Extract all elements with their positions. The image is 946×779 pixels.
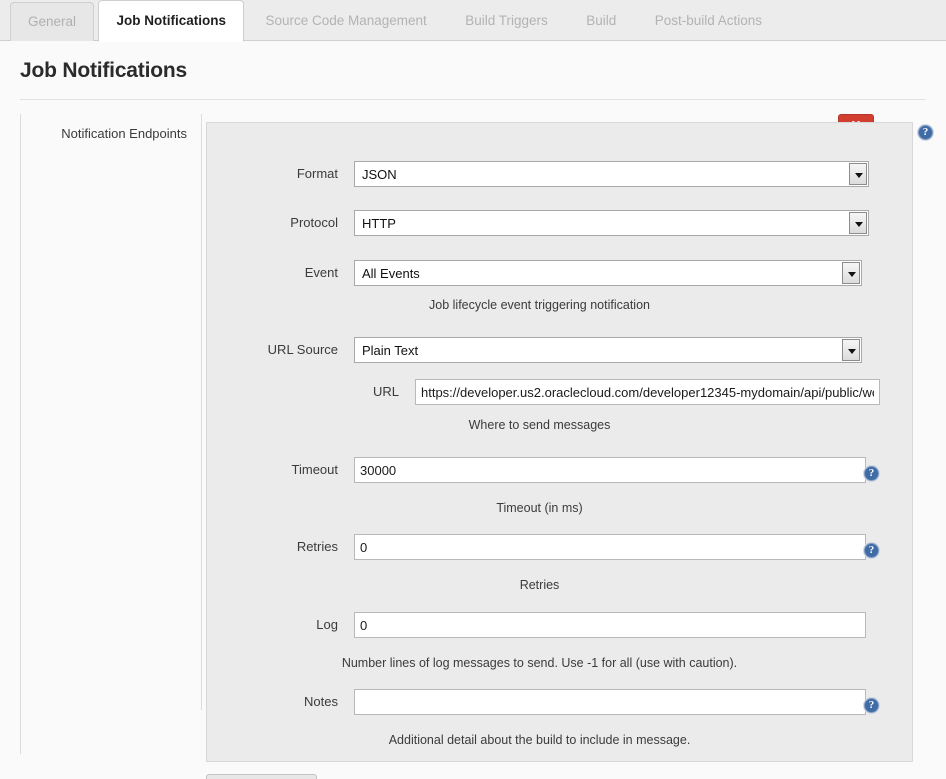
tab-build-triggers[interactable]: Build Triggers	[448, 0, 565, 41]
help-icon[interactable]: ?	[918, 125, 933, 140]
label-protocol: Protocol	[207, 210, 338, 236]
section-help-icon-wrapper: ?	[918, 122, 933, 137]
retries-help-icon-wrapper: ?	[864, 540, 879, 555]
hint-url: Where to send messages	[207, 418, 914, 432]
notes-input[interactable]	[354, 689, 866, 715]
label-event: Event	[207, 260, 338, 286]
title-divider	[20, 99, 926, 100]
section-vertical-divider	[201, 114, 202, 710]
hint-log: Number lines of log messages to send. Us…	[207, 656, 914, 670]
select-protocol[interactable]: HTTP	[354, 210, 869, 236]
select-url-source[interactable]: Plain Text	[354, 337, 862, 363]
label-timeout: Timeout	[207, 457, 338, 483]
tab-post-build-actions[interactable]: Post-build Actions	[638, 0, 779, 41]
retries-input[interactable]	[354, 534, 866, 560]
field-row-format: Format JSON	[207, 161, 914, 187]
field-row-timeout: Timeout	[207, 457, 914, 483]
settings-tab-bar: General Job Notifications Source Code Ma…	[0, 0, 946, 41]
hint-event: Job lifecycle event triggering notificat…	[207, 298, 914, 312]
hint-retries: Retries	[207, 578, 914, 592]
endpoint-panel: Format JSON Protocol HTTP	[206, 122, 913, 762]
tab-job-notifications[interactable]: Job Notifications	[98, 0, 244, 42]
notes-help-icon-wrapper: ?	[864, 695, 879, 710]
label-format: Format	[207, 161, 338, 187]
field-row-url-source: URL Source Plain Text	[207, 337, 914, 363]
help-icon[interactable]: ?	[864, 543, 879, 558]
chevron-down-icon[interactable]	[849, 163, 867, 185]
select-format[interactable]: JSON	[354, 161, 869, 187]
timeout-help-icon-wrapper: ?	[864, 463, 879, 478]
hint-timeout: Timeout (in ms)	[207, 501, 914, 515]
chevron-down-icon[interactable]	[842, 339, 860, 361]
help-icon[interactable]: ?	[864, 698, 879, 713]
label-retries: Retries	[207, 534, 338, 560]
page-title: Job Notifications	[20, 59, 926, 83]
hint-notes: Additional detail about the build to inc…	[207, 733, 914, 747]
url-input[interactable]	[415, 379, 880, 405]
log-input[interactable]	[354, 612, 866, 638]
section-label-notification-endpoints: Notification Endpoints	[39, 126, 187, 141]
page-body: Job Notifications Notification Endpoints…	[0, 41, 946, 779]
select-event[interactable]: All Events	[354, 260, 862, 286]
label-notes: Notes	[207, 689, 338, 715]
select-protocol-value: HTTP	[355, 211, 868, 236]
timeout-input[interactable]	[354, 457, 866, 483]
select-event-value: All Events	[355, 261, 861, 286]
tab-source-code-management[interactable]: Source Code Management	[248, 0, 443, 41]
help-icon[interactable]: ?	[864, 466, 879, 481]
label-log: Log	[207, 612, 338, 638]
field-row-protocol: Protocol HTTP	[207, 210, 914, 236]
tab-build[interactable]: Build	[569, 0, 633, 41]
field-row-notes: Notes	[207, 689, 914, 715]
select-format-value: JSON	[355, 162, 868, 187]
label-url-source: URL Source	[207, 337, 338, 363]
tab-general[interactable]: General	[10, 2, 94, 41]
chevron-down-icon[interactable]	[849, 212, 867, 234]
field-row-retries: Retries	[207, 534, 914, 560]
select-url-source-value: Plain Text	[355, 338, 861, 363]
chevron-down-icon[interactable]	[842, 262, 860, 284]
notification-endpoints-section: Notification Endpoints X ? Format JSON	[20, 114, 926, 754]
field-row-log: Log	[207, 612, 914, 638]
field-row-url: URL	[207, 379, 914, 405]
add-endpoint-button[interactable]: Add Endpoint	[206, 774, 317, 779]
field-row-event: Event All Events	[207, 260, 914, 286]
label-url: URL	[207, 379, 399, 405]
